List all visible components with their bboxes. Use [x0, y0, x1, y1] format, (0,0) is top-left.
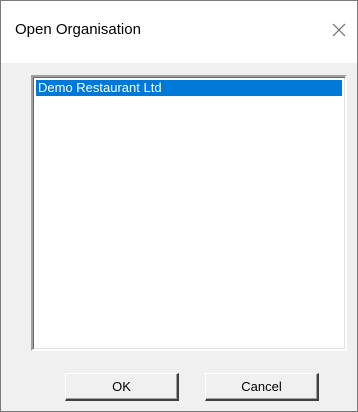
open-organisation-dialog: Open Organisation Demo Restaurant Ltd OK…	[0, 0, 358, 412]
title-bar: Open Organisation	[1, 1, 357, 63]
ok-button-label: OK	[112, 379, 131, 394]
organisation-list[interactable]: Demo Restaurant Ltd	[31, 75, 347, 351]
close-button[interactable]	[324, 15, 354, 45]
list-item-label: Demo Restaurant Ltd	[38, 80, 162, 95]
ok-button[interactable]: OK	[65, 373, 179, 401]
cancel-button-label: Cancel	[241, 379, 282, 394]
close-icon	[332, 23, 346, 37]
cancel-button[interactable]: Cancel	[205, 373, 319, 401]
list-item[interactable]: Demo Restaurant Ltd	[36, 80, 342, 96]
window-title: Open Organisation	[15, 21, 141, 38]
